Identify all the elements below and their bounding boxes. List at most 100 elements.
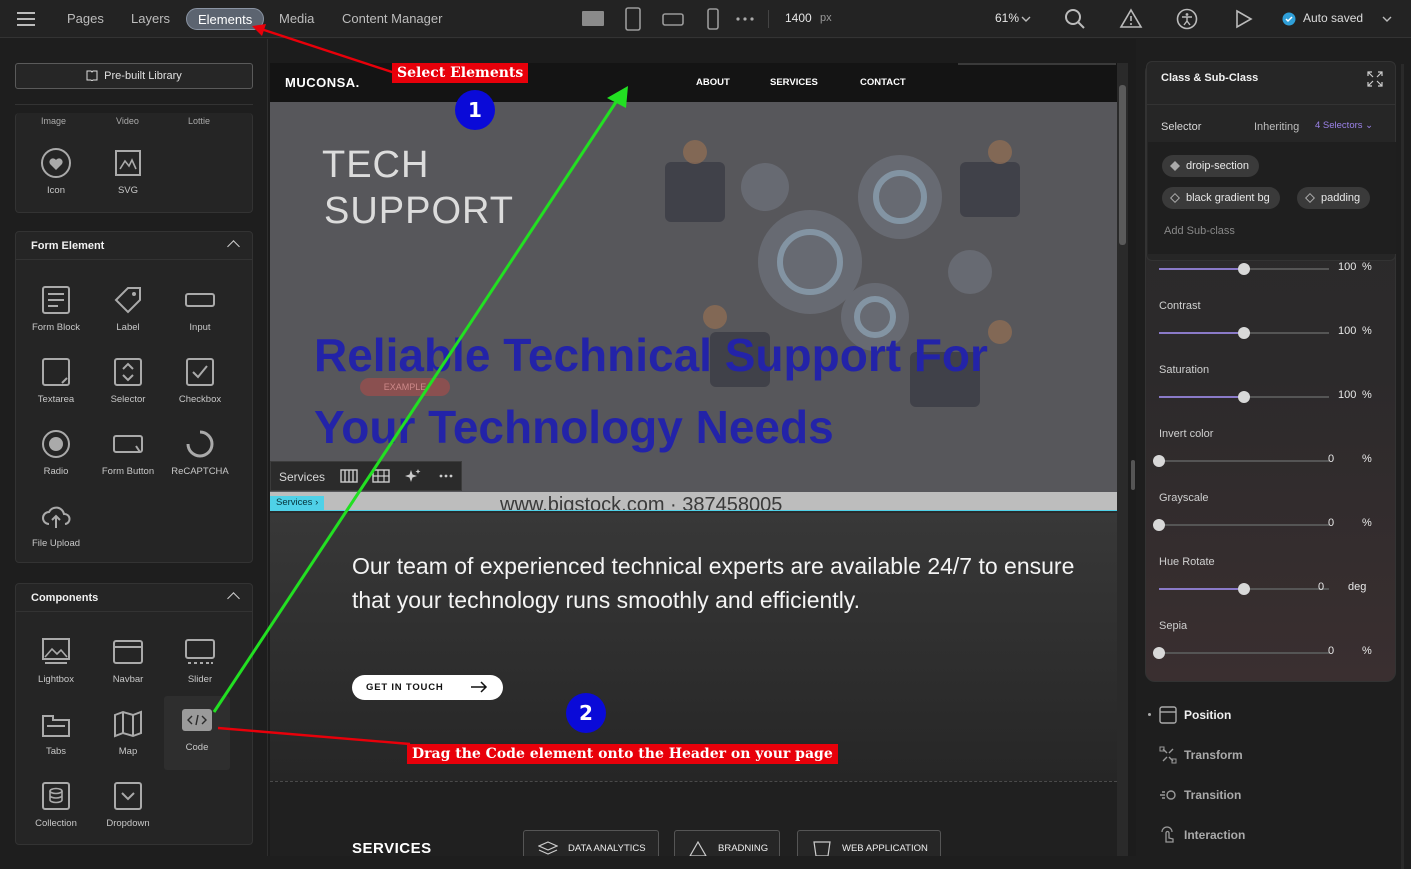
ai-sparkle-icon[interactable]: [404, 468, 422, 484]
service-pill-data-analytics[interactable]: DATA ANALYTICS: [523, 830, 659, 856]
columns-icon[interactable]: [340, 469, 358, 483]
warning-icon[interactable]: [1119, 7, 1143, 31]
selectors-count-dropdown[interactable]: 4 Selectors ⌄: [1315, 120, 1373, 131]
form-element-header[interactable]: Form Element: [16, 232, 252, 260]
tab-layers[interactable]: Layers: [120, 8, 181, 30]
slider-knob[interactable]: [1153, 647, 1165, 659]
hero-heading-line1[interactable]: Reliable Technical Support For: [314, 328, 988, 382]
slider-knob[interactable]: [1238, 391, 1250, 403]
section-transform[interactable]: Transform: [1184, 748, 1243, 762]
form-button-element[interactable]: Form Button: [92, 428, 164, 494]
hamburger-menu-icon[interactable]: [14, 7, 38, 31]
slider-knob[interactable]: [1238, 327, 1250, 339]
slider-track[interactable]: [1153, 455, 1329, 467]
page-preview[interactable]: MUCONSA. ABOUT SERVICES CONTACT TECH SUP…: [270, 63, 1117, 856]
selector-element[interactable]: Selector: [92, 356, 164, 422]
icon-element[interactable]: Icon: [20, 147, 92, 212]
slider-value[interactable]: 0: [1328, 453, 1334, 465]
class-chip-droip-section[interactable]: droip-section: [1162, 155, 1259, 177]
chevron-down-icon[interactable]: [1382, 14, 1392, 24]
section-breadcrumb-badge[interactable]: Services ›: [270, 496, 325, 510]
canvas-scrollbar[interactable]: [1117, 63, 1128, 856]
radio-element[interactable]: Radio: [20, 428, 92, 494]
tab-media[interactable]: Media: [268, 8, 325, 30]
components-header[interactable]: Components: [16, 584, 252, 612]
dropdown-element[interactable]: Dropdown: [92, 780, 164, 846]
tablet-view-icon[interactable]: [621, 7, 645, 31]
service-pill-branding[interactable]: BRADNING: [674, 830, 780, 856]
slider-value[interactable]: 100: [1338, 389, 1356, 401]
slider-knob[interactable]: [1153, 519, 1165, 531]
section-interaction[interactable]: Interaction: [1184, 828, 1245, 842]
chevron-up-icon[interactable]: [227, 240, 240, 253]
class-chip-padding[interactable]: padding: [1297, 187, 1371, 209]
site-logo[interactable]: MUCONSA.: [285, 75, 360, 90]
svg-element[interactable]: SVG: [92, 147, 164, 212]
pre-built-library-button[interactable]: Pre-built Library: [15, 63, 253, 89]
slider-knob[interactable]: [1153, 455, 1165, 467]
intro-paragraph[interactable]: Our team of experienced technical expert…: [352, 549, 1087, 617]
landscape-mobile-icon[interactable]: [661, 7, 685, 31]
panel-scrollbar[interactable]: [1401, 64, 1404, 869]
checkbox-element[interactable]: Checkbox: [164, 356, 236, 422]
slider-value[interactable]: 0: [1328, 517, 1334, 529]
slider-value[interactable]: 100: [1338, 261, 1356, 273]
tab-elements[interactable]: Elements: [186, 8, 265, 30]
nav-link-contact[interactable]: CONTACT: [860, 77, 906, 88]
navbar-element[interactable]: Navbar: [92, 636, 164, 702]
slider-value[interactable]: 0: [1318, 581, 1324, 593]
class-chip-black-gradient[interactable]: black gradient bg: [1162, 187, 1280, 209]
input-element[interactable]: Input: [164, 284, 236, 350]
slider-track[interactable]: [1159, 263, 1329, 275]
play-preview-icon[interactable]: [1231, 7, 1255, 31]
slider-track[interactable]: [1159, 327, 1329, 339]
scrollbar-thumb[interactable]: [1119, 85, 1126, 245]
code-element[interactable]: Code: [164, 696, 230, 770]
tab-pages[interactable]: Pages: [56, 8, 115, 30]
map-element[interactable]: Map: [92, 708, 164, 774]
services-intro-section[interactable]: Our team of experienced technical expert…: [270, 513, 1117, 781]
accessibility-icon[interactable]: [1175, 7, 1199, 31]
tab-content-manager[interactable]: Content Manager: [331, 8, 453, 30]
slider-track[interactable]: [1153, 519, 1329, 531]
section-transition[interactable]: Transition: [1184, 788, 1241, 802]
panel-resize-handle[interactable]: [1131, 460, 1135, 490]
desktop-view-icon[interactable]: [581, 7, 605, 31]
canvas-width-value[interactable]: 1400: [785, 11, 812, 25]
chevron-up-icon[interactable]: [227, 592, 240, 605]
nav-link-about[interactable]: ABOUT: [696, 77, 730, 88]
nav-link-services[interactable]: SERVICES: [770, 77, 818, 88]
hero-section[interactable]: TECH SUPPORT EXAMPLE Reliable Technical …: [270, 102, 1117, 510]
more-options-icon[interactable]: [733, 7, 757, 31]
search-icon[interactable]: [1063, 7, 1087, 31]
section-position[interactable]: Position: [1184, 708, 1231, 722]
label-element[interactable]: Label: [92, 284, 164, 350]
tabs-element[interactable]: Tabs: [20, 708, 92, 774]
slider-track[interactable]: [1153, 647, 1329, 659]
slider-knob[interactable]: [1238, 583, 1250, 595]
expand-icon[interactable]: [1367, 71, 1383, 87]
hero-heading-line2[interactable]: Your Technology Needs: [314, 400, 834, 454]
collection-element[interactable]: Collection: [20, 780, 92, 846]
slider-track[interactable]: [1159, 583, 1329, 595]
zoom-level[interactable]: 61%: [995, 11, 1019, 25]
service-pill-web-application[interactable]: WEB APPLICATION: [797, 830, 941, 856]
textarea-element[interactable]: Textarea: [20, 356, 92, 422]
slider-value[interactable]: 0: [1328, 645, 1334, 657]
slider-knob[interactable]: [1238, 263, 1250, 275]
slider-track[interactable]: [1159, 391, 1329, 403]
recaptcha-element[interactable]: ReCAPTCHA: [164, 428, 236, 494]
chevron-down-icon[interactable]: [1021, 14, 1031, 24]
get-in-touch-button[interactable]: GET IN TOUCH: [352, 675, 503, 700]
add-subclass-input[interactable]: Add Sub-class: [1164, 225, 1235, 237]
form-block-element[interactable]: Form Block: [20, 284, 92, 350]
slider-element[interactable]: Slider: [164, 636, 236, 702]
file-upload-element[interactable]: File Upload: [20, 500, 92, 566]
lightbox-element[interactable]: Lightbox: [20, 636, 92, 702]
services-heading[interactable]: SERVICES: [352, 840, 432, 856]
mobile-view-icon[interactable]: [701, 7, 725, 31]
slider-value[interactable]: 100: [1338, 325, 1356, 337]
selected-element-name[interactable]: Services: [279, 470, 325, 484]
grid-icon[interactable]: [372, 469, 390, 483]
services-section[interactable]: SERVICES DATA ANALYTICS BRADNING WEB APP…: [270, 781, 1117, 856]
